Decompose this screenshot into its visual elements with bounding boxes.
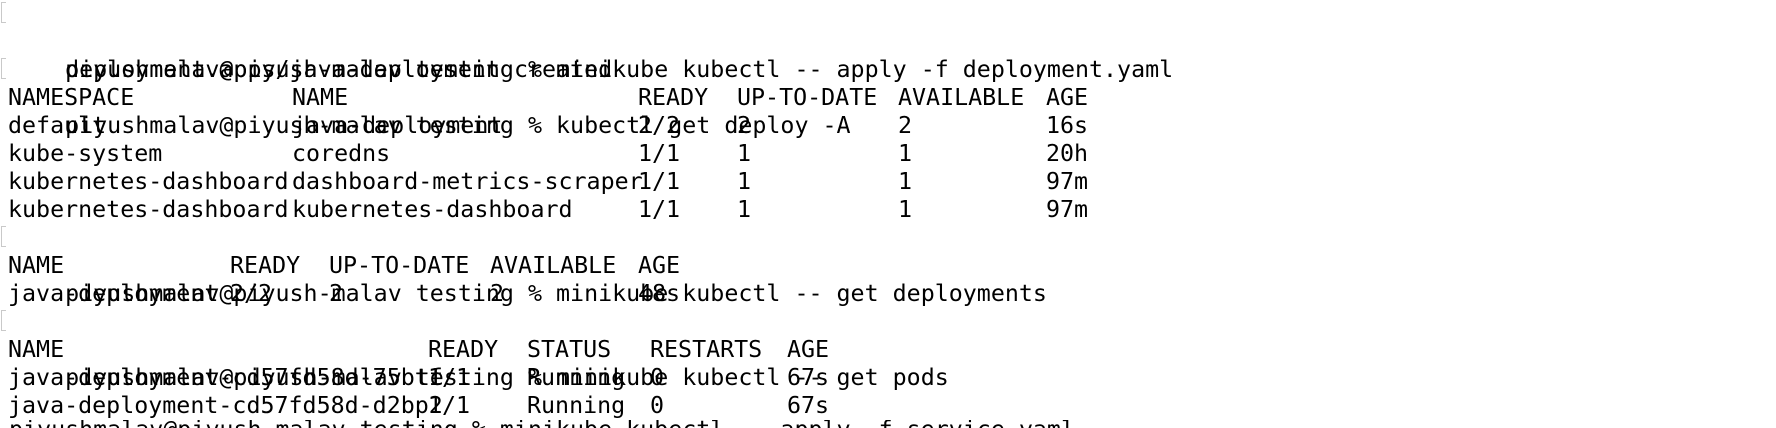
- table-cell: 20h: [1046, 140, 1089, 167]
- table-cell: 1: [737, 168, 752, 195]
- table-cell: java-deployment-cd57fd58d-75btf: [8, 364, 443, 391]
- table-cell: java-deployment: [8, 280, 219, 307]
- prompt-mark: [1, 2, 6, 23]
- column-header: RESTARTS: [650, 336, 763, 363]
- table-cell: 97m: [1046, 168, 1089, 195]
- column-header: NAME: [8, 336, 65, 363]
- table-row: java-deployment-cd57fd58d-75btf 1/1 Runn…: [0, 364, 1776, 392]
- table-cell: 2: [898, 112, 913, 139]
- table-cell: 67s: [787, 392, 830, 419]
- table-cell: 2/2: [638, 112, 681, 139]
- table-cell: 2: [329, 280, 344, 307]
- table-cell: 67s: [787, 364, 830, 391]
- table-row: java-deployment 2/2 2 2 48s: [0, 280, 1776, 308]
- table-row: kubernetes-dashboard dashboard-metrics-s…: [0, 168, 1776, 196]
- table-cell: kubernetes-dashboard: [8, 168, 289, 195]
- command-line: piyushmalav@piyush-malav testing % minik…: [0, 0, 1776, 83]
- table-cell: 1/1: [638, 168, 681, 195]
- table-header-row: NAMESPACE NAME READY UP-TO-DATE AVAILABL…: [0, 84, 1776, 112]
- table-cell: java-deployment-cd57fd58d-d2bp2: [8, 392, 443, 419]
- table-cell: 2: [490, 280, 505, 307]
- table-row: kubernetes-dashboard kubernetes-dashboar…: [0, 196, 1776, 224]
- column-header: READY: [230, 252, 301, 279]
- command-line: piyushmalav@piyush-malav testing % minik…: [0, 308, 1776, 391]
- table-cell: Running: [527, 364, 626, 391]
- column-header: READY: [428, 336, 499, 363]
- column-header: AVAILABLE: [490, 252, 617, 279]
- table-cell: java-deployment: [292, 112, 503, 139]
- column-header: AGE: [787, 336, 830, 363]
- command-line: piyushmalav@piyush-malav testing % kubec…: [0, 56, 1776, 139]
- table-cell: 1: [898, 140, 913, 167]
- column-header: STATUS: [527, 336, 612, 363]
- table-cell: 2: [737, 112, 752, 139]
- table-cell: 1/1: [428, 364, 471, 391]
- column-header: AGE: [638, 252, 681, 279]
- table-cell: 0: [650, 392, 665, 419]
- table-cell: kubernetes-dashboard: [8, 196, 289, 223]
- table-cell: kubernetes-dashboard: [292, 196, 573, 223]
- table-cell: Running: [527, 392, 626, 419]
- prompt-mark: [1, 310, 6, 331]
- table-cell: dashboard-metrics-scraper: [292, 168, 643, 195]
- table-cell: 1: [737, 196, 752, 223]
- table-cell: 16s: [1046, 112, 1089, 139]
- table-header-row: NAME READY STATUS RESTARTS AGE: [0, 336, 1776, 364]
- table-cell: 2/2: [230, 280, 273, 307]
- table-cell: default: [8, 112, 107, 139]
- table-cell: 1/1: [428, 392, 471, 419]
- output-line: deployment.apps/java-deployment created: [0, 28, 1776, 83]
- column-header: NAME: [8, 252, 65, 279]
- command-text: piyushmalav@piyush-malav testing % minik…: [9, 420, 1609, 428]
- column-header: AGE: [1046, 84, 1089, 111]
- column-header: UP-TO-DATE: [737, 84, 878, 111]
- table-cell: 1/1: [638, 196, 681, 223]
- table-row: default java-deployment 2/2 2 2 16s: [0, 112, 1776, 140]
- table-cell: 1/1: [638, 140, 681, 167]
- table-header-row: NAME READY UP-TO-DATE AVAILABLE AGE: [0, 252, 1776, 280]
- command-line: piyushmalav@piyush-malav testing % minik…: [0, 224, 1776, 307]
- table-cell: 97m: [1046, 196, 1089, 223]
- column-header: READY: [638, 84, 709, 111]
- table-cell: 1: [898, 196, 913, 223]
- prompt-mark: [1, 58, 6, 79]
- column-header: NAME: [292, 84, 349, 111]
- column-header: AVAILABLE: [898, 84, 1025, 111]
- column-header: UP-TO-DATE: [329, 252, 470, 279]
- table-cell: 0: [650, 364, 665, 391]
- column-header: NAMESPACE: [8, 84, 135, 111]
- table-cell: kube-system: [8, 140, 163, 167]
- table-cell: 48s: [638, 280, 681, 307]
- table-row: java-deployment-cd57fd58d-d2bp2 1/1 Runn…: [0, 392, 1776, 420]
- table-cell: 1: [737, 140, 752, 167]
- table-cell: coredns: [292, 140, 391, 167]
- partial-command-line: piyushmalav@piyush-malav testing % minik…: [9, 420, 1609, 428]
- prompt-mark: [1, 226, 6, 247]
- terminal-window[interactable]: piyushmalav@piyush-malav testing % minik…: [0, 0, 1776, 428]
- table-row: kube-system coredns 1/1 1 1 20h: [0, 140, 1776, 168]
- table-cell: 1: [898, 168, 913, 195]
